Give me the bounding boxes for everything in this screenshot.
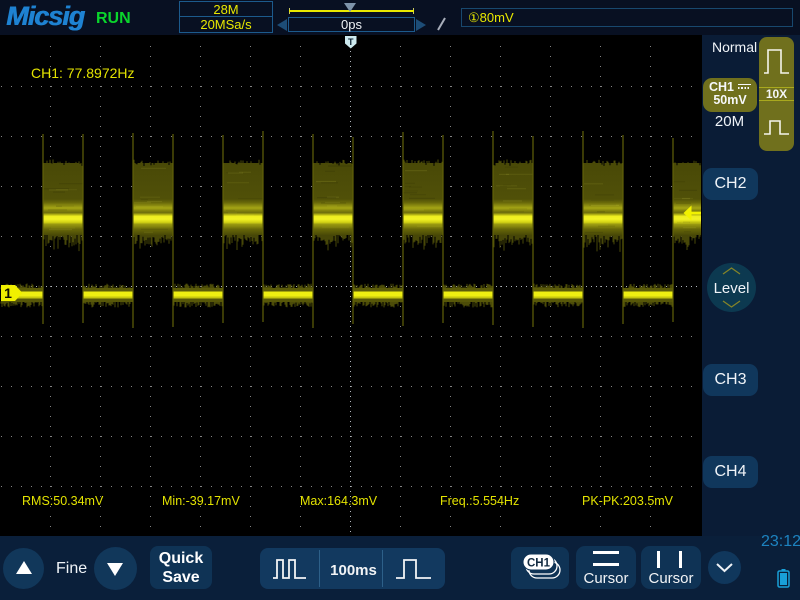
svg-text:CH1: CH1 xyxy=(527,558,551,570)
svg-text:Max:164.3mV: Max:164.3mV xyxy=(300,494,378,508)
svg-text:CH1: 77.8972Hz: CH1: 77.8972Hz xyxy=(31,65,135,81)
svg-text:1: 1 xyxy=(4,285,12,301)
svg-text:Min:-39.17mV: Min:-39.17mV xyxy=(162,494,240,508)
svg-text:Level: Level xyxy=(714,280,750,297)
svg-text:T: T xyxy=(348,37,354,47)
svg-text:PK-PK:203.5mV: PK-PK:203.5mV xyxy=(582,494,674,508)
svg-text:RMS:50.34mV: RMS:50.34mV xyxy=(22,494,104,508)
svg-text:Freq.:5.554Hz: Freq.:5.554Hz xyxy=(440,494,519,508)
